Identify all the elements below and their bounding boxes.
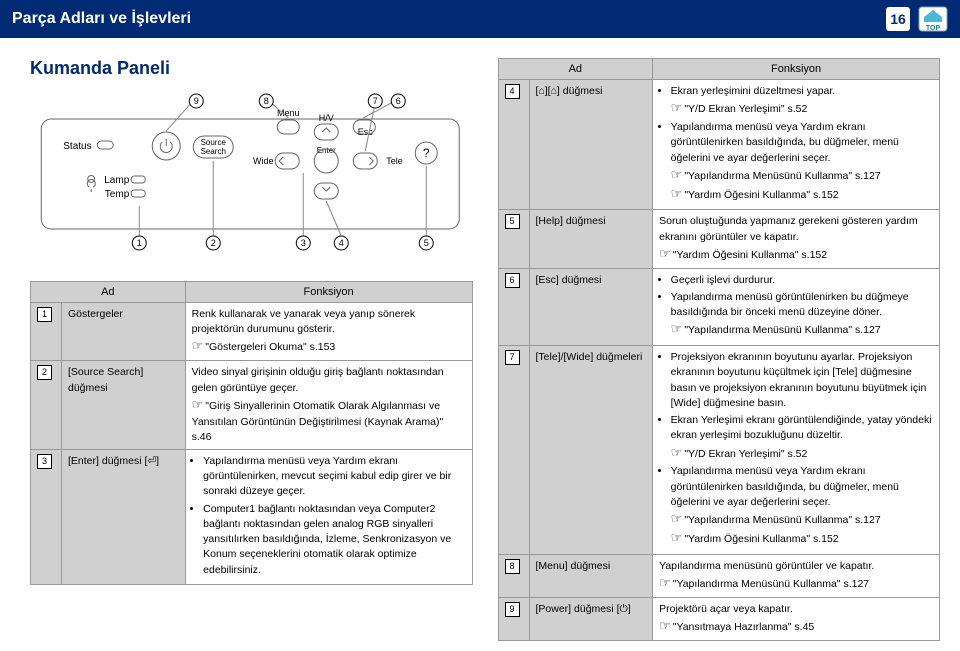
function-table-left: AdFonksiyon 1 Göstergeler Renk kullanara… — [30, 281, 473, 585]
svg-text:?: ? — [423, 146, 430, 160]
svg-text:3: 3 — [301, 238, 306, 248]
table-row: 7 [Tele]/[Wide] düğmeleri Projeksiyon ek… — [498, 346, 940, 555]
table-row: 8 [Menu] düğmesi Yapılandırma menüsünü g… — [498, 554, 940, 597]
svg-text:Lamp: Lamp — [104, 175, 129, 186]
table-row: 2 [Source Search] düğmesi Video sinyal g… — [31, 361, 473, 450]
svg-text:Menu: Menu — [277, 108, 300, 118]
table-row: 4 [⌂][⌂] düğmesi Ekran yerleşimini düzel… — [498, 80, 940, 210]
table-row: 6 [Esc] düğmesi Geçerli işlevi durdurur.… — [498, 268, 940, 346]
svg-text:4: 4 — [339, 238, 344, 248]
svg-text:Esc: Esc — [358, 127, 374, 137]
svg-text:1: 1 — [137, 238, 142, 248]
table-row: 3 [Enter] düğmesi [⏎] Yapılandırma menüs… — [31, 450, 473, 585]
svg-text:Search: Search — [201, 147, 226, 156]
svg-text:Temp: Temp — [105, 189, 130, 200]
table-row: 9 [Power] düğmesi [⏻] Projektörü açar ve… — [498, 597, 940, 640]
header-title: Parça Adları ve İşlevleri — [12, 10, 191, 28]
svg-text:2: 2 — [211, 238, 216, 248]
svg-text:6: 6 — [396, 96, 401, 106]
table-row: 1 Göstergeler Renk kullanarak ve yanarak… — [31, 303, 473, 361]
svg-text:5: 5 — [424, 238, 429, 248]
page-header: Parça Adları ve İşlevleri 16 TOP — [0, 0, 960, 38]
svg-text:Tele: Tele — [386, 156, 403, 166]
control-panel-diagram: Status Lamp Temp Source Search Menu H/V … — [30, 91, 473, 271]
svg-text:8: 8 — [264, 96, 269, 106]
page-number: 16 — [886, 7, 910, 31]
table-row: 5 [Help] düğmesi Sorun oluştuğunda yapma… — [498, 210, 940, 268]
svg-text:Status: Status — [63, 141, 91, 152]
svg-text:Wide: Wide — [253, 156, 274, 166]
svg-text:Source: Source — [201, 138, 227, 147]
svg-text:H/V: H/V — [319, 113, 334, 123]
section-heading: Kumanda Paneli — [30, 58, 473, 79]
top-icon[interactable]: TOP — [918, 6, 948, 32]
function-table-right: AdFonksiyon 4 [⌂][⌂] düğmesi Ekran yerle… — [498, 58, 941, 641]
svg-text:TOP: TOP — [926, 25, 941, 32]
svg-text:9: 9 — [194, 96, 199, 106]
svg-text:7: 7 — [373, 96, 378, 106]
